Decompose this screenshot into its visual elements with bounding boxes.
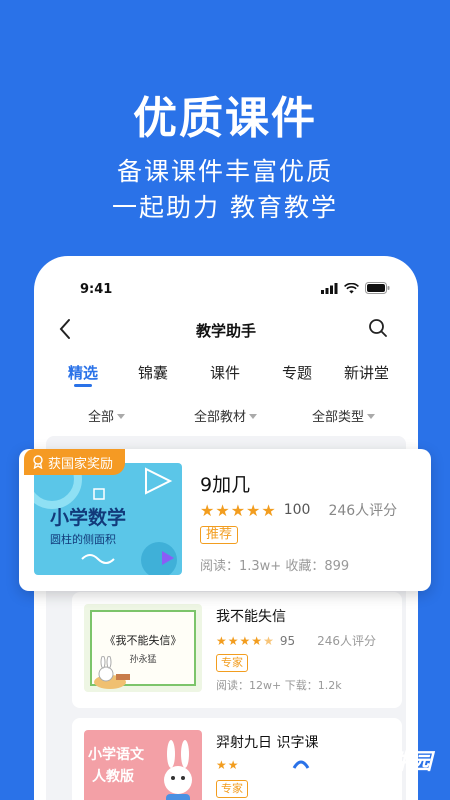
- star-icon: ★: [230, 500, 246, 520]
- star-icon: ★: [239, 633, 251, 648]
- filter-textbook-label: 全部教材: [194, 410, 247, 425]
- rating-count: 246人评分: [317, 634, 377, 648]
- thumbnail-title: 小学语文: [88, 747, 144, 763]
- rating-score: 95: [279, 633, 296, 648]
- tab-courseware[interactable]: 课件: [210, 362, 240, 383]
- course-stats: 阅读：12w+ 下载：1.2k: [216, 679, 342, 692]
- star-icon: ★: [227, 758, 239, 772]
- star-icon: ★: [246, 500, 261, 520]
- filter-type-label: 全部类型: [312, 410, 365, 425]
- star-rating: ★ ★ ★ ★ ★: [200, 501, 276, 520]
- filter-textbook[interactable]: 全部教材: [194, 406, 258, 425]
- star-icon: ★: [215, 500, 230, 520]
- star-rating: ★ ★: [216, 758, 239, 772]
- rating-score: 100: [283, 502, 311, 518]
- chevron-down-icon: [117, 414, 126, 419]
- star-icon: ★: [200, 500, 215, 520]
- course-thumbnail: 小学语文 人教版: [84, 730, 202, 800]
- featured-course-title: 9加几: [200, 474, 251, 496]
- watermark-logo-icon: [287, 752, 314, 778]
- battery-icon: [365, 282, 390, 294]
- rating-count: 246人评分: [328, 503, 398, 519]
- filter-all[interactable]: 全部: [88, 406, 126, 425]
- star-icon: ★: [216, 633, 227, 648]
- thumbnail-title: 小学数学: [50, 507, 127, 529]
- half-star-icon: ★: [263, 633, 274, 648]
- watermark-site: CR173.COM: [321, 776, 376, 786]
- featured-stats: 阅读：1.3w+ 收藏：899: [200, 559, 350, 574]
- signal-icon: [321, 282, 338, 294]
- active-tab-indicator: [74, 384, 92, 387]
- star-icon: ★: [251, 633, 263, 648]
- star-icon: ★: [227, 633, 239, 648]
- category-tabs: 精选 锦囊 课件 专题 新讲堂: [34, 362, 418, 392]
- watermark-text: 西西软件园: [321, 750, 432, 775]
- status-time: 9:41: [80, 282, 113, 297]
- course-rating: ★ ★ ★ ★ ★ 95 246人评分: [216, 632, 376, 649]
- hero-title: 优质课件: [133, 93, 317, 144]
- thumbnail-subtitle: 圆柱的侧面积: [50, 533, 116, 546]
- thumbnail-title: 《我不能失信》: [104, 634, 182, 647]
- course-rating: ★ ★: [216, 758, 239, 772]
- status-icons: [321, 282, 390, 294]
- star-rating: ★ ★ ★ ★ ★: [216, 634, 274, 648]
- status-bar: 9:41: [34, 278, 418, 298]
- course-card[interactable]: 《我不能失信》 孙永猛 我不能失信 ★ ★ ★ ★ ★ 95 246人评分 专家…: [72, 592, 402, 708]
- featured-rating: ★ ★ ★ ★ ★ 100 246人评分: [200, 500, 397, 520]
- wifi-icon: [344, 282, 359, 293]
- filter-all-label: 全部: [88, 410, 115, 425]
- hero-subtitle-line1: 备课课件丰富优质: [116, 157, 333, 186]
- search-icon[interactable]: [368, 318, 388, 338]
- hero-subtitle-line2: 一起助力 教育教学: [112, 193, 338, 222]
- rabbit-illustration: [164, 740, 192, 800]
- tab-new-lecture[interactable]: 新讲堂: [344, 362, 389, 383]
- expert-badge: 专家: [216, 654, 248, 672]
- filter-type[interactable]: 全部类型: [312, 406, 376, 425]
- tab-tips[interactable]: 锦囊: [138, 362, 168, 383]
- recommended-badge: 推荐: [200, 526, 239, 544]
- page-title: 教学助手: [195, 322, 256, 340]
- tab-topics[interactable]: 专题: [282, 362, 312, 383]
- star-icon: ★: [216, 758, 227, 772]
- tab-featured[interactable]: 精选: [68, 362, 98, 383]
- thumbnail-subtitle: 人教版: [92, 769, 134, 785]
- course-thumbnail: 《我不能失信》 孙永猛: [84, 604, 202, 692]
- national-award-badge: 获国家奖励: [24, 449, 126, 475]
- expert-badge: 专家: [216, 780, 248, 798]
- star-icon: ★: [261, 500, 276, 520]
- award-ribbon-icon: [33, 455, 43, 469]
- award-badge-label: 获国家奖励: [48, 456, 114, 472]
- watermark: 西西软件园 CR173.COM: [286, 744, 432, 786]
- course-title: 我不能失信: [216, 609, 286, 625]
- filter-bar: 全部 全部教材 全部类型: [34, 406, 418, 426]
- chevron-down-icon: [249, 414, 258, 419]
- chevron-down-icon: [367, 414, 376, 419]
- navigation-bar: 教学助手: [34, 316, 418, 346]
- featured-thumbnail: 小学数学 圆柱的侧面积: [34, 463, 182, 575]
- rabbit-illustration: [94, 656, 130, 689]
